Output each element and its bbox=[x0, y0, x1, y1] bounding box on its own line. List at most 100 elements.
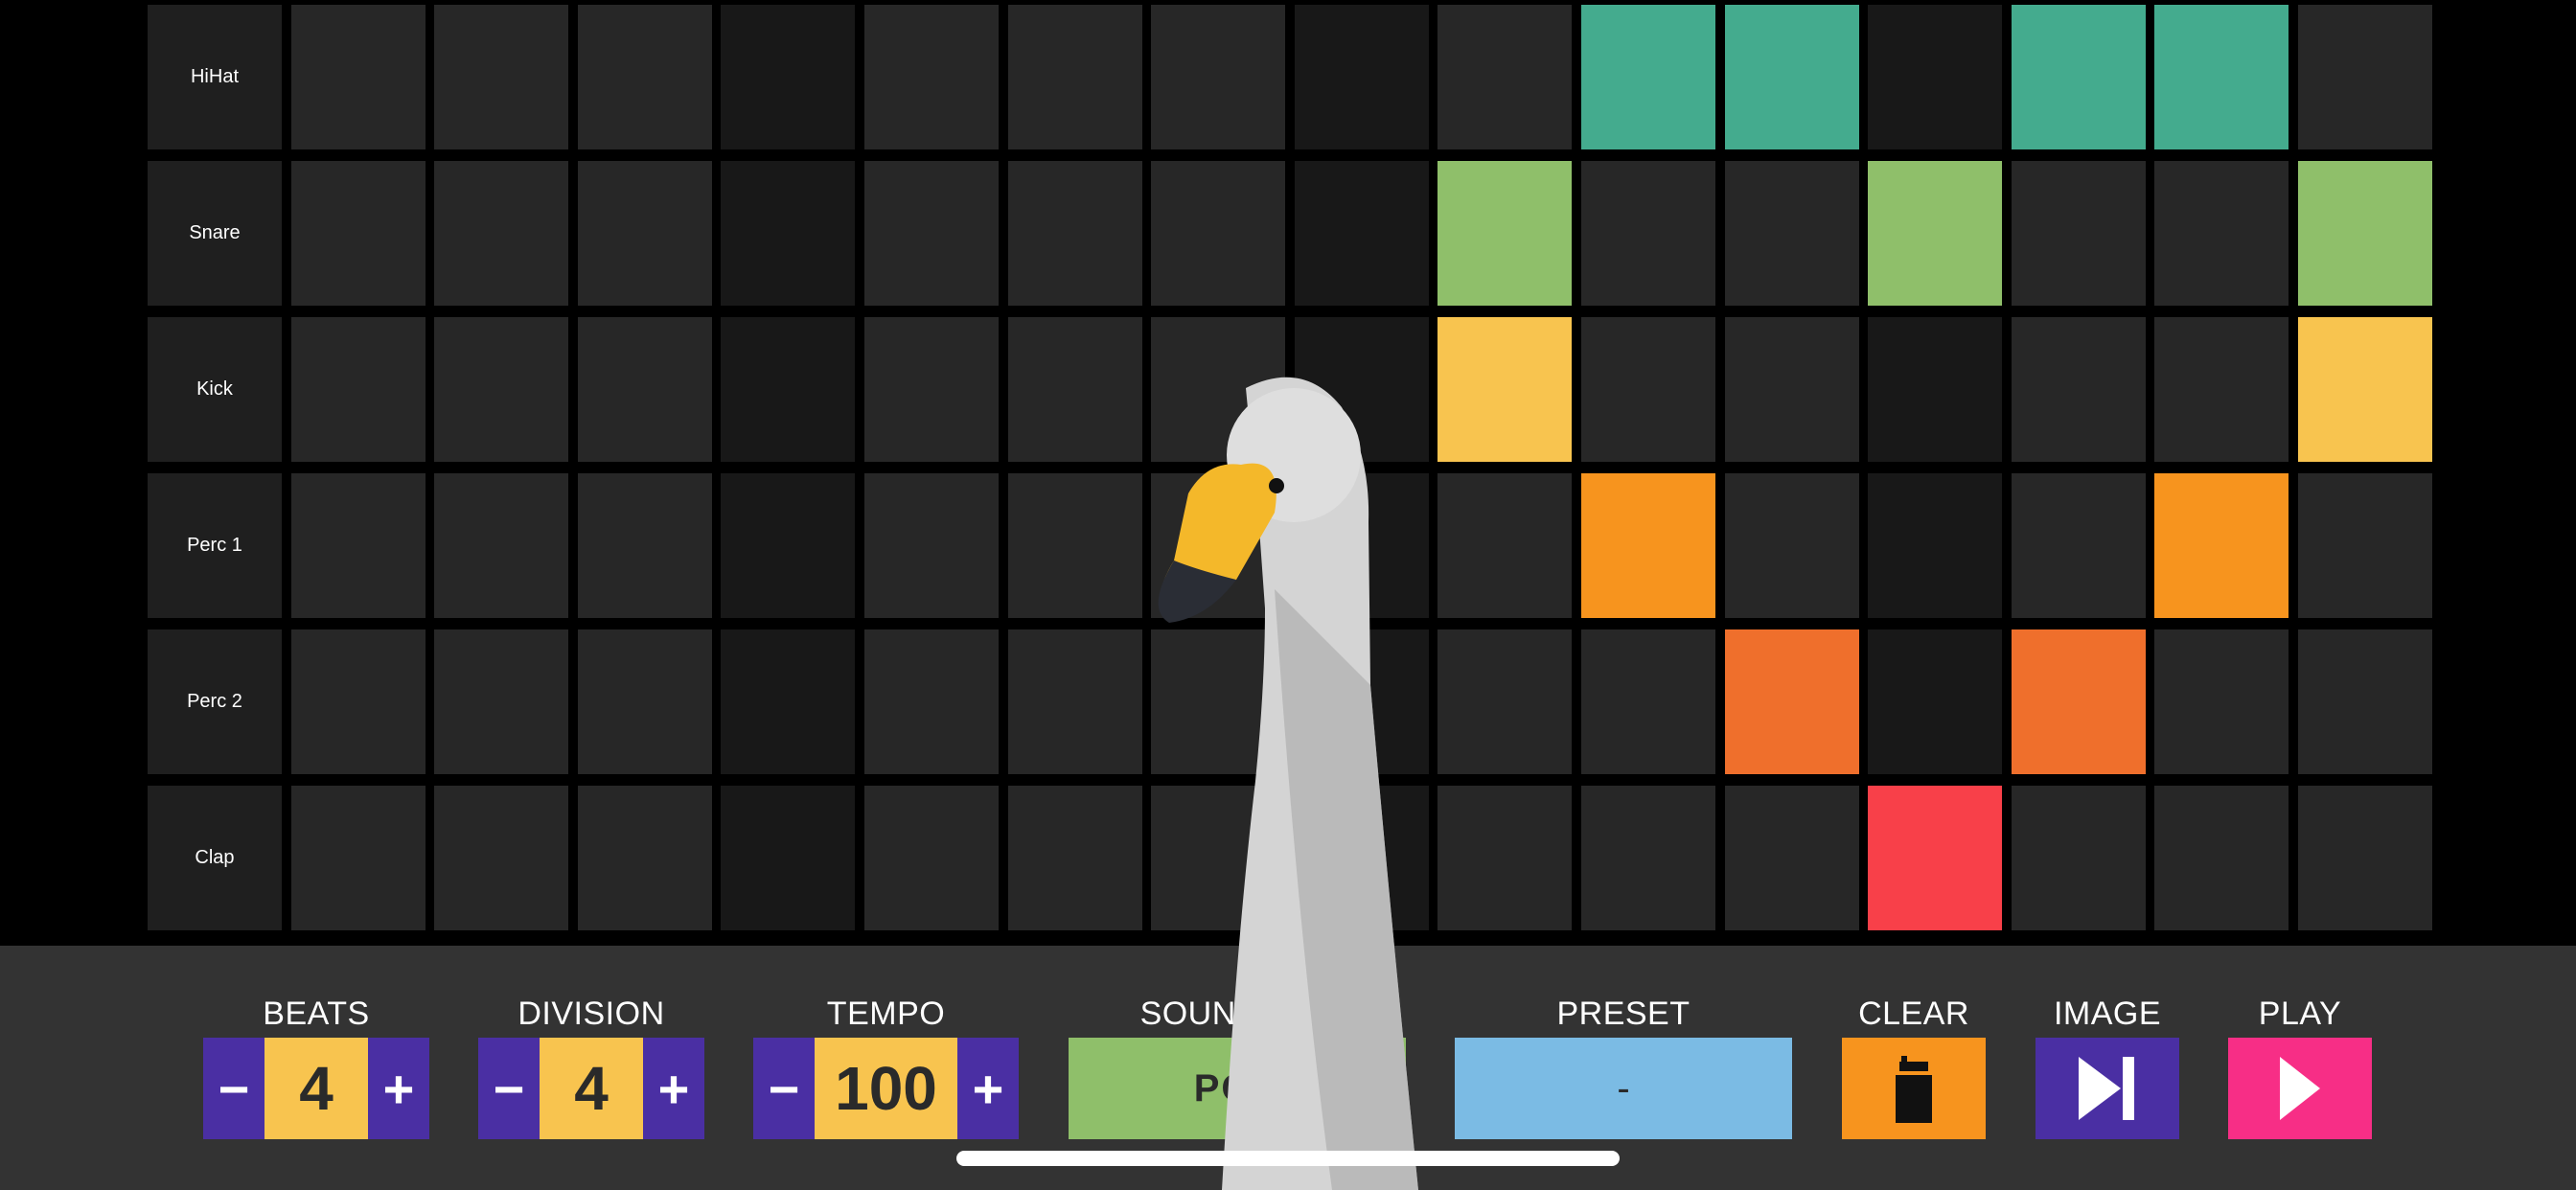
tempo-minus-button[interactable]: − bbox=[753, 1038, 815, 1139]
tempo-plus-button[interactable]: + bbox=[957, 1038, 1019, 1139]
step-pad-active[interactable] bbox=[1724, 5, 1859, 149]
beats-plus-button[interactable]: + bbox=[368, 1038, 429, 1139]
step-pad-active[interactable] bbox=[2297, 161, 2432, 306]
step-pad[interactable] bbox=[290, 786, 426, 930]
step-pad[interactable] bbox=[577, 317, 712, 462]
step-pad[interactable] bbox=[1580, 629, 1715, 774]
step-pad[interactable] bbox=[434, 473, 569, 618]
step-pad[interactable] bbox=[2297, 5, 2432, 149]
step-pad[interactable] bbox=[2011, 473, 2146, 618]
step-pad[interactable] bbox=[2297, 786, 2432, 930]
beats-minus-button[interactable]: − bbox=[203, 1038, 264, 1139]
step-pad[interactable] bbox=[1868, 5, 2003, 149]
step-pad[interactable] bbox=[863, 786, 999, 930]
step-pad[interactable] bbox=[1151, 161, 1286, 306]
step-pad[interactable] bbox=[1007, 317, 1142, 462]
step-pad-active[interactable] bbox=[2297, 317, 2432, 462]
step-pad[interactable] bbox=[434, 629, 569, 774]
step-pad[interactable] bbox=[290, 161, 426, 306]
step-pad[interactable] bbox=[2154, 629, 2289, 774]
step-pad[interactable] bbox=[434, 5, 569, 149]
step-pad[interactable] bbox=[721, 629, 856, 774]
image-button[interactable] bbox=[2036, 1038, 2179, 1139]
step-pad[interactable] bbox=[2297, 629, 2432, 774]
step-pad[interactable] bbox=[577, 786, 712, 930]
step-pad[interactable] bbox=[721, 5, 856, 149]
step-pad[interactable] bbox=[1294, 629, 1429, 774]
step-pad[interactable] bbox=[2011, 317, 2146, 462]
step-pad[interactable] bbox=[1580, 317, 1715, 462]
step-pad[interactable] bbox=[1294, 786, 1429, 930]
step-pad[interactable] bbox=[2011, 786, 2146, 930]
step-pad[interactable] bbox=[1007, 786, 1142, 930]
step-pad[interactable] bbox=[1294, 473, 1429, 618]
step-pad[interactable] bbox=[577, 473, 712, 618]
step-pad[interactable] bbox=[1151, 473, 1286, 618]
step-pad[interactable] bbox=[721, 317, 856, 462]
sound-set-button[interactable]: POP bbox=[1069, 1038, 1406, 1139]
step-pad[interactable] bbox=[721, 473, 856, 618]
step-pad[interactable] bbox=[1151, 786, 1286, 930]
step-pad[interactable] bbox=[290, 317, 426, 462]
step-pad[interactable] bbox=[1294, 161, 1429, 306]
clear-button[interactable] bbox=[1842, 1038, 1986, 1139]
step-pad[interactable] bbox=[290, 5, 426, 149]
step-pad[interactable] bbox=[1007, 629, 1142, 774]
step-pad-active[interactable] bbox=[2011, 629, 2146, 774]
step-pad[interactable] bbox=[1007, 5, 1142, 149]
step-pad[interactable] bbox=[2154, 161, 2289, 306]
step-pad[interactable] bbox=[1438, 629, 1573, 774]
step-pad[interactable] bbox=[863, 473, 999, 618]
step-pad[interactable] bbox=[1724, 317, 1859, 462]
step-pad[interactable] bbox=[721, 786, 856, 930]
step-pad[interactable] bbox=[1151, 629, 1286, 774]
preset-button[interactable]: - bbox=[1455, 1038, 1792, 1139]
step-pad[interactable] bbox=[577, 5, 712, 149]
step-pad[interactable] bbox=[1724, 161, 1859, 306]
step-pad[interactable] bbox=[721, 161, 856, 306]
step-pad-active[interactable] bbox=[2154, 5, 2289, 149]
step-pad[interactable] bbox=[1724, 786, 1859, 930]
step-pad-active[interactable] bbox=[2154, 473, 2289, 618]
step-pad-active[interactable] bbox=[1868, 786, 2003, 930]
step-pad-active[interactable] bbox=[1580, 473, 1715, 618]
step-pad[interactable] bbox=[1438, 5, 1573, 149]
step-pad[interactable] bbox=[1580, 786, 1715, 930]
step-pad[interactable] bbox=[2297, 473, 2432, 618]
step-pad[interactable] bbox=[434, 786, 569, 930]
step-pad[interactable] bbox=[290, 629, 426, 774]
step-pad[interactable] bbox=[1868, 629, 2003, 774]
step-pad[interactable] bbox=[863, 317, 999, 462]
step-pad[interactable] bbox=[290, 473, 426, 618]
step-pad[interactable] bbox=[2154, 786, 2289, 930]
step-pad[interactable] bbox=[1438, 786, 1573, 930]
step-pad-active[interactable] bbox=[1580, 5, 1715, 149]
step-pad[interactable] bbox=[863, 161, 999, 306]
step-pad-active[interactable] bbox=[2011, 5, 2146, 149]
step-pad[interactable] bbox=[1580, 161, 1715, 306]
step-pad-active[interactable] bbox=[1868, 161, 2003, 306]
play-button[interactable] bbox=[2228, 1038, 2372, 1139]
step-pad[interactable] bbox=[1724, 473, 1859, 618]
step-pad[interactable] bbox=[863, 629, 999, 774]
step-pad[interactable] bbox=[1151, 317, 1286, 462]
step-pad[interactable] bbox=[1868, 473, 2003, 618]
step-pad[interactable] bbox=[1007, 473, 1142, 618]
step-pad-active[interactable] bbox=[1438, 161, 1573, 306]
step-pad[interactable] bbox=[1868, 317, 2003, 462]
step-pad[interactable] bbox=[1294, 317, 1429, 462]
step-pad[interactable] bbox=[863, 5, 999, 149]
step-pad[interactable] bbox=[577, 161, 712, 306]
step-pad-active[interactable] bbox=[1724, 629, 1859, 774]
step-pad[interactable] bbox=[434, 317, 569, 462]
division-minus-button[interactable]: − bbox=[478, 1038, 540, 1139]
step-pad[interactable] bbox=[434, 161, 569, 306]
step-pad[interactable] bbox=[1438, 473, 1573, 618]
step-pad[interactable] bbox=[577, 629, 712, 774]
step-pad[interactable] bbox=[2154, 317, 2289, 462]
step-pad[interactable] bbox=[1294, 5, 1429, 149]
home-indicator[interactable] bbox=[956, 1151, 1620, 1166]
step-pad-active[interactable] bbox=[1438, 317, 1573, 462]
division-plus-button[interactable]: + bbox=[643, 1038, 704, 1139]
step-pad[interactable] bbox=[1007, 161, 1142, 306]
